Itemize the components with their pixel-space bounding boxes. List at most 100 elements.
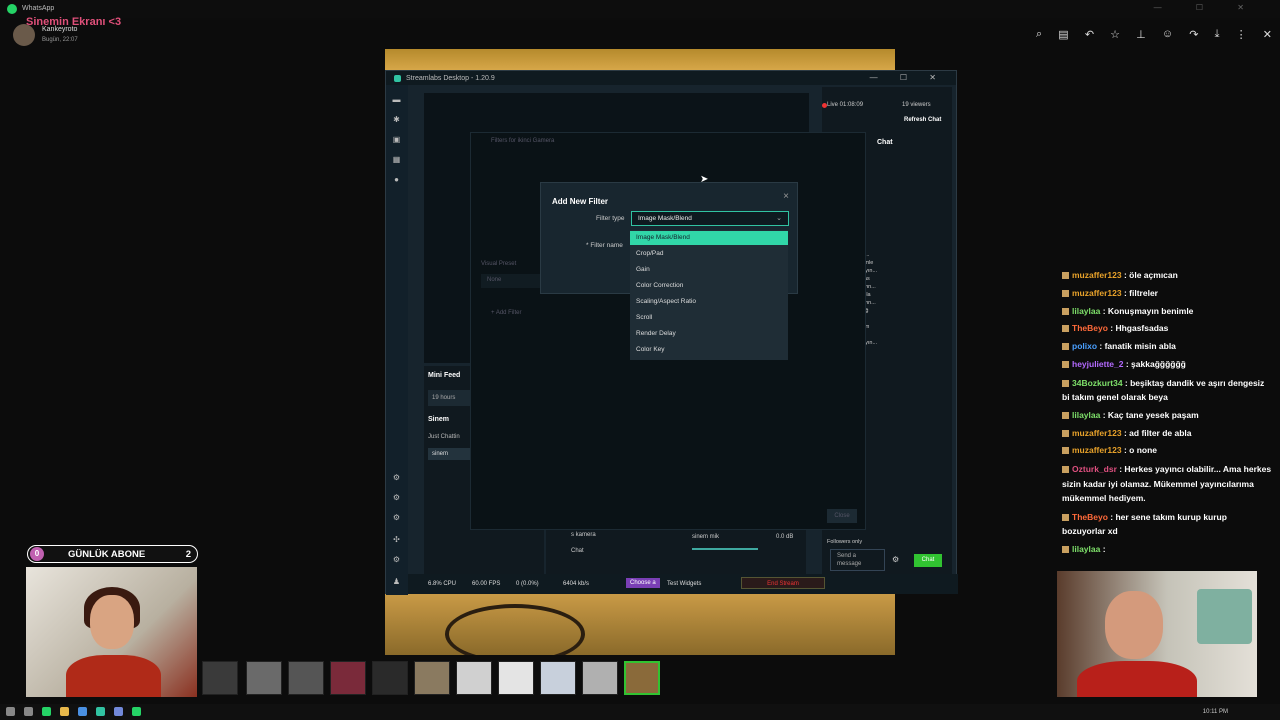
send-chat-button[interactable]: Chat <box>914 554 942 567</box>
dropdown-option[interactable]: Image Mask/Blend <box>630 231 788 245</box>
scene-collection[interactable]: Sinem <box>428 416 449 423</box>
media-thumbnail[interactable] <box>246 661 282 695</box>
refresh-chat-button[interactable]: Refresh Chat <box>904 117 941 123</box>
start-icon[interactable] <box>6 707 15 716</box>
chat-badge-icon <box>1062 545 1069 553</box>
browser-icon[interactable] <box>78 707 87 716</box>
close-icon[interactable]: × <box>783 191 789 202</box>
media-thumbnail[interactable] <box>330 661 366 695</box>
chat-username: muzaffer123 <box>1072 445 1122 456</box>
media-thumbnail[interactable] <box>540 661 576 695</box>
download-icon[interactable]: ⤓ <box>1215 28 1220 41</box>
chat-username: lilaylaa <box>1072 543 1101 554</box>
streamlabs-icon[interactable] <box>96 707 105 716</box>
filter-type-select[interactable]: Image Mask/Blend ⌄ <box>631 211 789 226</box>
scene-item[interactable]: Just Chattin <box>428 434 460 440</box>
filter-type-label: Filter type <box>596 215 625 222</box>
chevron-down-icon: ⌄ <box>776 215 782 222</box>
message-time: Bugün, 22:07 <box>42 37 78 43</box>
media-thumbnail[interactable] <box>288 661 324 695</box>
themes-icon[interactable]: ✱ <box>392 115 401 124</box>
overlay-chat-message: TheBeyo : her sene takım kurup kurup boz… <box>1062 508 1272 541</box>
tools-icon[interactable]: ⚙ <box>392 473 401 482</box>
chat-username: lilaylaa <box>1072 305 1101 316</box>
dropdown-option[interactable]: Crop/Pad <box>630 247 788 261</box>
media-thumbnail[interactable] <box>202 661 238 695</box>
media-thumbnail[interactable] <box>582 661 618 695</box>
close-button[interactable]: Close <box>827 509 857 523</box>
streamlabs-logo-icon <box>394 74 401 82</box>
settings-icon[interactable]: ⚙ <box>892 555 899 564</box>
chat-username: polixo <box>1072 341 1098 352</box>
add-filter-button[interactable]: + Add Filter <box>491 310 522 316</box>
mouse-cursor-icon: ➤ <box>700 174 709 185</box>
dropdown-option[interactable]: Render Delay <box>630 327 788 341</box>
help-icon[interactable]: ⚙ <box>392 493 401 502</box>
fps-readout: 60.00 FPS <box>472 581 501 587</box>
choose-button[interactable]: Choose a <box>626 578 660 588</box>
caption-icon[interactable]: ▤ <box>1058 28 1068 41</box>
apps-icon[interactable]: ⚙ <box>392 513 401 522</box>
live-icon[interactable]: ● <box>392 175 401 184</box>
chat-badge-icon <box>1062 379 1069 387</box>
chat-username: heyjuliette_2 <box>1072 358 1124 369</box>
goal-current: 0 <box>30 547 44 561</box>
app-icon[interactable] <box>132 707 141 716</box>
zoom-in-icon[interactable]: ⌕ <box>1036 28 1042 41</box>
overlay-chat-message: muzaffer123 : o none <box>1062 442 1272 460</box>
window-controls[interactable]: — ☐ ✕ <box>1154 3 1260 12</box>
streamlabs-sidebar: ▬ ✱ ▣ ▦ ● ⚙ ⚙ ⚙ ✣ ⚙ ♟ <box>386 85 408 595</box>
source-item[interactable]: s kamera <box>571 532 596 538</box>
whatsapp-icon[interactable] <box>42 707 51 716</box>
star-icon[interactable]: ☆ <box>1110 28 1120 41</box>
dropdown-option[interactable]: Color Key <box>630 343 788 357</box>
forward-icon[interactable]: ↷ <box>1189 28 1198 41</box>
pin-icon[interactable]: ⊥ <box>1136 28 1146 41</box>
mini-feed-title: Mini Feed <box>428 372 461 379</box>
chat-tab[interactable]: Chat <box>877 139 893 146</box>
cpu-usage: 6.8% CPU <box>428 581 457 587</box>
editor-icon[interactable]: ▬ <box>392 95 401 104</box>
app-title: WhatsApp <box>22 5 55 12</box>
stream-overlay-title: Sinemin Ekranı <3 <box>26 16 122 28</box>
search-icon[interactable] <box>24 707 33 716</box>
window-title: Streamlabs Desktop - 1.20.9 <box>406 74 495 82</box>
overlay-chat-message: heyjuliette_2 : şakkağğğğğğ <box>1062 356 1272 374</box>
discord-icon[interactable] <box>114 707 123 716</box>
whatsapp-title-bar: WhatsApp — ☐ ✕ <box>0 0 1280 18</box>
source-item[interactable]: Chat <box>571 548 584 554</box>
media-thumbnail[interactable] <box>498 661 534 695</box>
dropdown-option[interactable]: Scaling/Aspect Ratio <box>630 295 788 309</box>
dropdown-option[interactable]: Scroll <box>630 311 788 325</box>
close-icon[interactable]: ✕ <box>1263 28 1272 41</box>
overlay-chat-message: Ozturk_dsr : Herkes yayıncı olabilir... … <box>1062 460 1272 508</box>
user-icon[interactable]: ♟ <box>392 577 401 586</box>
chat-input[interactable]: Send a message <box>830 549 885 571</box>
chat-text: : filtreler <box>1121 287 1158 298</box>
volume-slider[interactable] <box>692 548 758 550</box>
dropdown-option[interactable]: Gain <box>630 263 788 277</box>
test-widgets-button[interactable]: Test Widgets <box>667 581 701 587</box>
followers-only-label: Followers only <box>827 539 863 545</box>
end-stream-button[interactable]: End Stream <box>741 577 825 589</box>
window-controls[interactable]: — ☐ ✕ <box>870 73 946 82</box>
chat-badge-icon <box>1062 307 1069 315</box>
studio-mode-icon[interactable]: ✣ <box>392 535 401 544</box>
overlay-chat-message: TheBeyo : Hhgasfsadas <box>1062 320 1272 338</box>
daily-sub-goal: 0 GÜNLÜK ABONE 2 <box>27 545 198 563</box>
emoji-icon[interactable]: ☺ <box>1162 28 1173 40</box>
settings-icon[interactable]: ⚙ <box>392 555 401 564</box>
store-icon[interactable]: ▣ <box>392 135 401 144</box>
chat-badge-icon <box>1062 343 1069 351</box>
folder-icon[interactable] <box>60 707 69 716</box>
media-thumbnail[interactable] <box>372 661 408 695</box>
overlay-chat-message: lilaylaa : Konuşmayın benimle <box>1062 303 1272 321</box>
dropdown-option[interactable]: Color Correction <box>630 279 788 293</box>
media-thumbnail[interactable] <box>414 661 450 695</box>
reply-icon[interactable]: ↶ <box>1085 28 1094 41</box>
media-thumbnail-active[interactable] <box>624 661 660 695</box>
more-icon[interactable]: ⋮ <box>1236 28 1247 41</box>
media-thumbnail[interactable] <box>456 661 492 695</box>
dashboard-icon[interactable]: ▦ <box>392 155 401 164</box>
status-bar: 6.8% CPU 60.00 FPS 0 (0.0%) 6404 kb/s Ch… <box>408 574 958 594</box>
